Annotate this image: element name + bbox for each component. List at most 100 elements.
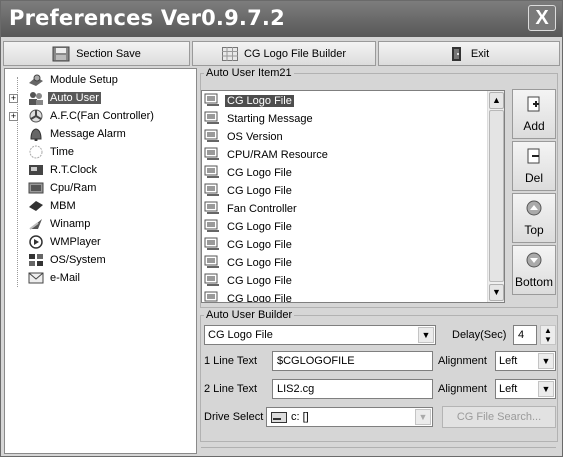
list-item[interactable]: CG Logo File: [204, 92, 294, 110]
monitor-icon: [204, 165, 222, 181]
alignment2-value: Left: [499, 383, 518, 395]
tree-item-email[interactable]: e-Mail: [27, 269, 82, 287]
auto-user-item-legend: Auto User Item21: [206, 67, 292, 79]
preferences-window: Preferences Ver0.9.7.2 X Section Save CG…: [0, 0, 563, 457]
section-save-label: Section Save: [76, 47, 141, 60]
move-top-icon: [525, 199, 543, 220]
line1-text-field[interactable]: $CGLOGOFILE: [272, 351, 433, 371]
tree-item-winamp[interactable]: Winamp: [27, 215, 92, 233]
add-button[interactable]: Add: [512, 89, 556, 139]
del-button[interactable]: Del: [512, 141, 556, 191]
exit-label: Exit: [470, 47, 490, 60]
line2-label: 2 Line Text: [204, 383, 258, 395]
list-item[interactable]: CG Logo File: [204, 290, 294, 302]
list-item[interactable]: CG Logo File: [204, 254, 294, 272]
cg-file-search-button[interactable]: CG File Search...: [442, 406, 556, 428]
tree-item-mbm[interactable]: MBM: [27, 197, 78, 215]
delay-label: Delay(Sec): [452, 329, 507, 341]
list-item[interactable]: CG Logo File: [204, 182, 294, 200]
grid-icon: [221, 46, 238, 61]
alignment2-select[interactable]: Left ▼: [495, 379, 556, 399]
monitor-icon: [204, 237, 222, 253]
tree-item-os-system[interactable]: OS/System: [27, 251, 108, 269]
monitor-icon: [204, 129, 222, 145]
bell-icon: [27, 126, 45, 142]
alignment1-select[interactable]: Left ▼: [495, 351, 556, 371]
line1-label: 1 Line Text: [204, 355, 258, 367]
email-icon: [27, 270, 45, 286]
drive-select[interactable]: c: [] ▼: [266, 407, 433, 427]
delay-spinner[interactable]: ▲ ▼: [540, 325, 556, 345]
monitor-icon: [204, 255, 222, 271]
mbm-icon: [27, 198, 45, 214]
line2-text-field[interactable]: LIS2.cg: [272, 379, 433, 399]
drive-select-label: Drive Select: [204, 411, 264, 423]
media-player-icon: [27, 234, 45, 250]
monitor-icon: [204, 219, 222, 235]
cg-logo-builder-button[interactable]: CG Logo File Builder: [192, 41, 376, 66]
list-item[interactable]: CPU/RAM Resource: [204, 146, 330, 164]
del-label: Del: [524, 171, 543, 185]
alignment2-label: Alignment: [438, 383, 487, 395]
list-item[interactable]: CG Logo File: [204, 272, 294, 290]
list-item[interactable]: OS Version: [204, 128, 285, 146]
monitor-icon: [204, 201, 222, 217]
chip-clock-icon: [27, 162, 45, 178]
bottom-button[interactable]: Bottom: [512, 245, 556, 295]
tree-item-message-alarm[interactable]: Message Alarm: [27, 125, 128, 143]
list-item[interactable]: Fan Controller: [204, 200, 299, 218]
monitor-icon: [204, 111, 222, 127]
top-button[interactable]: Top: [512, 193, 556, 243]
exit-door-icon: [449, 46, 465, 62]
tree-item-auto-user[interactable]: Auto User: [27, 89, 101, 107]
divider: [201, 447, 556, 449]
save-icon: [52, 46, 70, 62]
list-item[interactable]: Starting Message: [204, 110, 315, 128]
chevron-down-icon[interactable]: ▼: [538, 381, 554, 397]
drive-icon: [271, 412, 287, 426]
list-scrollbar[interactable]: ▲ ▼: [487, 91, 504, 302]
tree-item-time[interactable]: Time: [27, 143, 76, 161]
item-type-select[interactable]: CG Logo File ▼: [204, 325, 436, 345]
monitor-icon: [204, 273, 222, 289]
scroll-down-button[interactable]: ▼: [489, 284, 504, 301]
monitor-icon: [204, 147, 222, 163]
chevron-down-icon[interactable]: ▼: [538, 353, 554, 369]
auto-user-item-list[interactable]: ▲ ▼ CG Logo File Starting Message OS Versi…: [201, 90, 505, 303]
chevron-down-icon[interactable]: ▼: [415, 409, 431, 425]
list-item[interactable]: CG Logo File: [204, 164, 294, 182]
tree-item-rt-clock[interactable]: R.T.Clock: [27, 161, 99, 179]
auto-user-builder-legend: Auto User Builder: [206, 309, 293, 321]
exit-button[interactable]: Exit: [378, 41, 560, 66]
delay-field[interactable]: 4: [513, 325, 537, 345]
top-label: Top: [524, 223, 544, 237]
scroll-up-button[interactable]: ▲: [489, 92, 504, 109]
cpu-ram-icon: [27, 180, 45, 196]
auto-user-expander[interactable]: +: [9, 94, 18, 103]
winamp-icon: [27, 216, 45, 232]
cg-logo-builder-label: CG Logo File Builder: [243, 47, 347, 60]
tree-item-cpu-ram[interactable]: Cpu/Ram: [27, 179, 98, 197]
section-tree[interactable]: + + Module Setup Auto User A.F.C(Fan Con…: [4, 68, 197, 454]
move-bottom-icon: [525, 251, 543, 272]
users-icon: [27, 90, 45, 106]
title-bar[interactable]: Preferences Ver0.9.7.2 X: [1, 1, 562, 37]
afc-expander[interactable]: +: [9, 112, 18, 121]
tree-item-wmplayer[interactable]: WMPlayer: [27, 233, 103, 251]
toolbar: Section Save CG Logo File Builder Exit: [3, 41, 560, 66]
list-item[interactable]: CG Logo File: [204, 236, 294, 254]
monitor-icon: [204, 291, 222, 302]
alignment1-label: Alignment: [438, 355, 487, 367]
alignment1-value: Left: [499, 355, 518, 367]
close-button[interactable]: X: [528, 5, 556, 31]
tree-item-module-setup[interactable]: Module Setup: [27, 71, 120, 89]
tree-item-afc[interactable]: A.F.C(Fan Controller): [27, 107, 156, 125]
list-item[interactable]: CG Logo File: [204, 218, 294, 236]
monitor-icon: [204, 93, 222, 109]
gear-puzzle-icon: [27, 72, 45, 88]
os-system-icon: [27, 252, 45, 268]
add-page-icon: [525, 95, 543, 116]
chevron-down-icon[interactable]: ▼: [418, 327, 434, 343]
section-save-button[interactable]: Section Save: [3, 41, 190, 66]
scroll-thumb[interactable]: [489, 110, 504, 282]
